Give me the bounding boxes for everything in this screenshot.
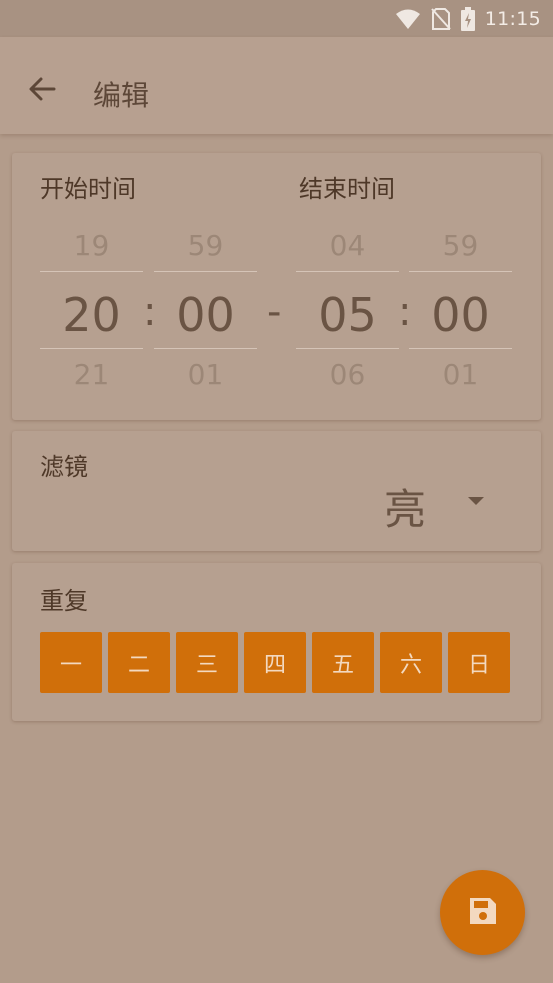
day-button-tuesday[interactable]: 二: [108, 632, 170, 693]
start-hour-prev[interactable]: 19: [40, 229, 143, 262]
status-icons: 11:15: [395, 7, 541, 31]
day-button-friday[interactable]: 五: [312, 632, 374, 693]
end-hour-value[interactable]: 05: [296, 288, 399, 342]
no-sim-icon: [430, 8, 451, 30]
range-dash: -: [267, 289, 282, 335]
day-button-thursday[interactable]: 四: [244, 632, 306, 693]
app-toolbar: 编辑: [0, 37, 553, 134]
back-button[interactable]: [22, 71, 62, 111]
picker-divider: [409, 348, 512, 349]
filter-selected-value[interactable]: 亮: [384, 476, 426, 537]
end-time-label: 结束时间: [299, 175, 395, 203]
start-time-label: 开始时间: [40, 175, 136, 203]
end-hour-picker[interactable]: 04 05 06: [296, 225, 399, 455]
day-button-monday[interactable]: 一: [40, 632, 102, 693]
weekday-selector: 一 二 三 四 五 六 日: [40, 632, 510, 693]
save-icon: [468, 896, 498, 930]
picker-divider: [296, 348, 399, 349]
save-button[interactable]: [440, 870, 525, 955]
status-bar: 11:15: [0, 0, 553, 37]
filter-label: 滤镜: [40, 453, 88, 481]
start-hour-next[interactable]: 21: [40, 358, 143, 391]
day-button-sunday[interactable]: 日: [448, 632, 510, 693]
start-minute-prev[interactable]: 59: [154, 229, 257, 262]
start-hour-picker[interactable]: 19 20 21: [40, 225, 143, 455]
end-minute-prev[interactable]: 59: [409, 229, 512, 262]
picker-divider: [40, 348, 143, 349]
repeat-card: 重复 一 二 三 四 五 六 日: [12, 563, 541, 721]
time-range-card: 开始时间 结束时间 19 20 21 : 59 00 01 - 04 05 06…: [12, 153, 541, 420]
wifi-icon: [395, 8, 421, 30]
start-hour-value[interactable]: 20: [40, 288, 143, 342]
end-minute-picker[interactable]: 59 00 01: [409, 225, 512, 455]
page-title: 编辑: [93, 79, 150, 112]
picker-divider: [40, 271, 143, 272]
end-hour-prev[interactable]: 04: [296, 229, 399, 262]
repeat-label: 重复: [40, 587, 88, 615]
battery-charging-icon: [460, 7, 475, 31]
start-minute-next[interactable]: 01: [154, 358, 257, 391]
day-button-saturday[interactable]: 六: [380, 632, 442, 693]
filter-card: 滤镜 亮: [12, 431, 541, 551]
end-minute-next[interactable]: 01: [409, 358, 512, 391]
dropdown-arrow-icon[interactable]: [468, 497, 484, 505]
start-minute-picker[interactable]: 59 00 01: [154, 225, 257, 455]
start-minute-value[interactable]: 00: [154, 288, 257, 342]
end-minute-value[interactable]: 00: [409, 288, 512, 342]
day-button-wednesday[interactable]: 三: [176, 632, 238, 693]
picker-divider: [296, 271, 399, 272]
arrow-back-icon: [28, 76, 56, 106]
picker-divider: [154, 348, 257, 349]
status-time: 11:15: [484, 8, 541, 30]
picker-divider: [154, 271, 257, 272]
end-hour-next[interactable]: 06: [296, 358, 399, 391]
picker-divider: [409, 271, 512, 272]
